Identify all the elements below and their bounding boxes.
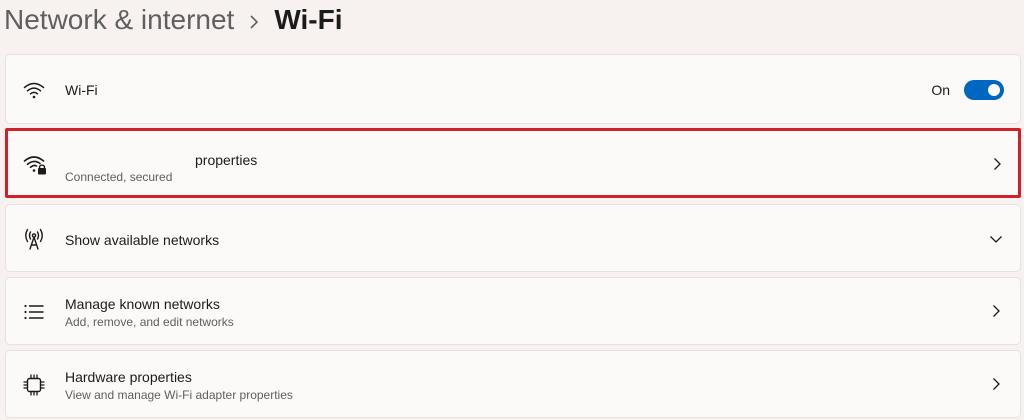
show-available-networks-card[interactable]: Show available networks [5, 204, 1021, 272]
chevron-right-icon [989, 156, 1005, 172]
chip-icon [22, 373, 46, 397]
chevron-right-icon [988, 376, 1004, 392]
list-icon [22, 300, 46, 324]
wifi-lock-icon [22, 151, 46, 175]
breadcrumb: Network & internet Wi-Fi [4, 0, 343, 40]
wifi-toggle-card: Wi-Fi On [5, 54, 1021, 124]
hardware-properties-card[interactable]: Hardware properties View and manage Wi-F… [5, 350, 1021, 418]
show-available-networks-label: Show available networks [65, 232, 220, 248]
manage-known-networks-description: Add, remove, and edit networks [65, 315, 234, 329]
hardware-properties-description: View and manage Wi-Fi adapter properties [65, 388, 293, 402]
wifi-label: Wi-Fi [65, 82, 98, 98]
wifi-toggle-state: On [931, 82, 950, 98]
manage-known-networks-card[interactable]: Manage known networks Add, remove, and e… [5, 277, 1021, 345]
toggle-knob [988, 84, 1000, 96]
page-title: Wi-Fi [274, 4, 343, 35]
antenna-icon [22, 227, 46, 251]
network-properties-card[interactable]: properties Connected, secured [5, 128, 1021, 198]
hardware-properties-label: Hardware properties [65, 369, 192, 385]
wifi-toggle-switch[interactable] [964, 80, 1004, 100]
breadcrumb-parent-link[interactable]: Network & internet [4, 4, 234, 36]
manage-known-networks-label: Manage known networks [65, 296, 220, 312]
chevron-down-icon[interactable] [988, 231, 1004, 247]
network-status: Connected, secured [65, 170, 173, 184]
network-properties-title: properties [195, 152, 258, 168]
wifi-icon [22, 78, 46, 102]
wifi-toggle-group: On [931, 80, 1004, 100]
breadcrumb-separator-icon [234, 4, 274, 36]
chevron-right-icon [988, 303, 1004, 319]
